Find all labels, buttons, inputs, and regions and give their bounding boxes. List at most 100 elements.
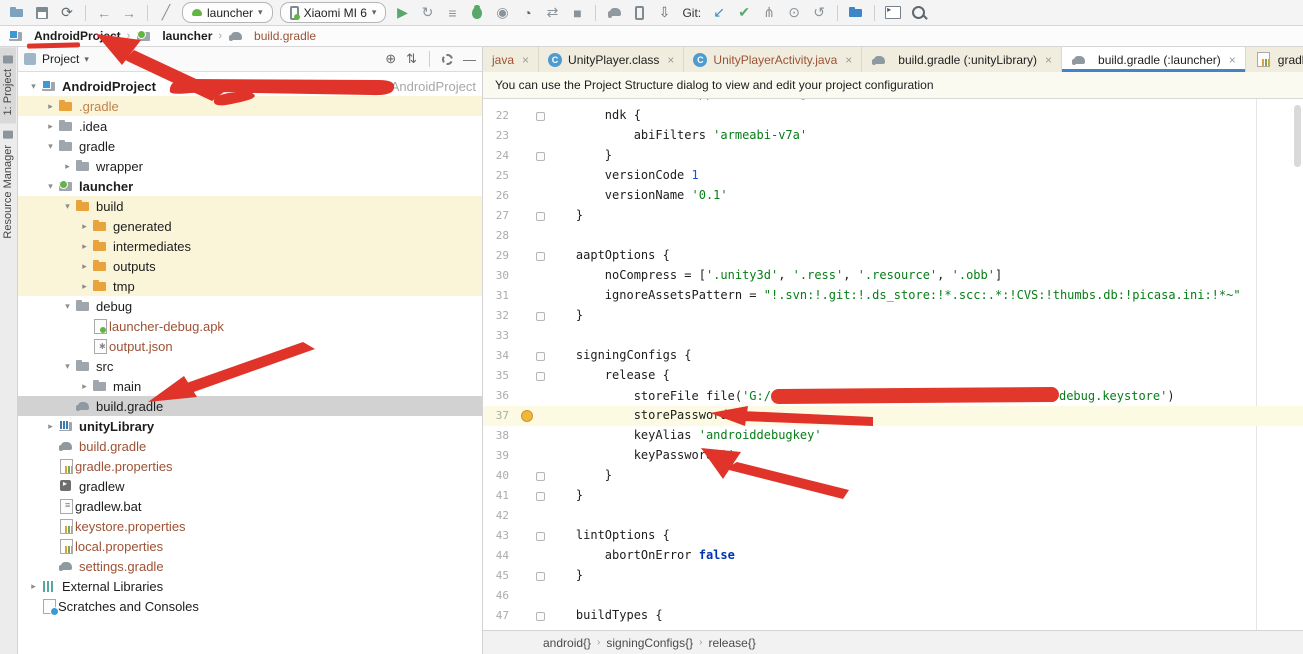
- tree-item-gradlew[interactable]: gradlew: [18, 476, 482, 496]
- fold-marker-icon[interactable]: [536, 212, 545, 221]
- tree-item-src[interactable]: ▾ src: [18, 356, 482, 376]
- terminal-button[interactable]: [884, 4, 902, 22]
- tree-item-outputs[interactable]: ▸ outputs: [18, 256, 482, 276]
- chevron-right-icon[interactable]: ▸: [77, 281, 92, 292]
- breadcrumb-item-launcher[interactable]: launcher: [136, 28, 212, 44]
- tree-item-output-json[interactable]: output.json: [18, 336, 482, 356]
- chevron-right-icon[interactable]: ▸: [77, 221, 92, 232]
- chevron-down-icon[interactable]: ▾: [43, 181, 58, 192]
- toolwindow-tab-1-project[interactable]: 1: Project: [0, 47, 16, 124]
- tree-item-build[interactable]: ▾ build: [18, 196, 482, 216]
- fold-marker-icon[interactable]: [536, 492, 545, 501]
- tree-item-androidproject[interactable]: ▾ AndroidProject g\AndroidProject: [18, 76, 482, 96]
- breadcrumb-item-build-gradle[interactable]: build.gradle: [228, 28, 316, 44]
- apply-and-restart-button[interactable]: ⇄: [543, 4, 561, 22]
- locate-file-icon[interactable]: ⊕: [385, 51, 396, 67]
- tree-item-local-properties[interactable]: local.properties: [18, 536, 482, 556]
- tree-item-gradlew-bat[interactable]: gradlew.bat: [18, 496, 482, 516]
- tree-item-launcher[interactable]: ▾ launcher: [18, 176, 482, 196]
- tree-item-settings-gradle[interactable]: settings.gradle: [18, 556, 482, 576]
- tree-item-intermediates[interactable]: ▸ intermediates: [18, 236, 482, 256]
- tab-gradle[interactable]: gradle: [1246, 47, 1303, 72]
- tree-item-build-gradle[interactable]: build.gradle: [18, 396, 482, 416]
- chevron-right-icon[interactable]: ▸: [60, 161, 75, 172]
- chevron-right-icon[interactable]: ▸: [43, 421, 58, 432]
- tree-item--gradle[interactable]: ▸ .gradle: [18, 96, 482, 116]
- close-icon[interactable]: ×: [845, 53, 852, 67]
- tab-unityplayeractivity-java[interactable]: C UnityPlayerActivity.java ×: [684, 47, 863, 72]
- forward-button[interactable]: →: [120, 4, 138, 22]
- fold-marker-icon[interactable]: [536, 612, 545, 621]
- fold-marker-icon[interactable]: [536, 312, 545, 321]
- chevron-right-icon[interactable]: ▸: [77, 241, 92, 252]
- vcs-update-button[interactable]: ↙: [710, 4, 728, 22]
- fold-marker-icon[interactable]: [536, 472, 545, 481]
- tab-java[interactable]: java ×: [483, 47, 540, 72]
- close-icon[interactable]: ×: [1229, 53, 1236, 67]
- chevron-down-icon[interactable]: ▾: [43, 141, 58, 152]
- fold-marker-icon[interactable]: [536, 532, 545, 541]
- tab-unityplayer-class[interactable]: C UnityPlayer.class ×: [539, 47, 685, 72]
- tree-item-launcher-debug-apk[interactable]: launcher-debug.apk: [18, 316, 482, 336]
- chevron-down-icon[interactable]: ▾: [60, 361, 75, 372]
- rollback-button[interactable]: ↺: [810, 4, 828, 22]
- chevron-right-icon[interactable]: ▸: [26, 581, 41, 592]
- intention-bulb-icon[interactable]: [521, 410, 533, 422]
- tab-build-gradle-launcher-[interactable]: build.gradle (:launcher) ×: [1062, 47, 1246, 72]
- code-breadcrumb-item[interactable]: android{}: [543, 636, 591, 650]
- fold-marker-icon[interactable]: [536, 252, 545, 261]
- open-project-button[interactable]: [8, 4, 26, 22]
- run-config-select[interactable]: launcher ▾: [182, 2, 273, 23]
- project-structure-button[interactable]: [847, 4, 865, 22]
- debug-button[interactable]: [468, 4, 486, 22]
- profiler-button[interactable]: ◔: [518, 4, 536, 22]
- run-button[interactable]: ▶: [393, 4, 411, 22]
- editor-scrollbar[interactable]: [1294, 105, 1301, 167]
- gradle-sync-button[interactable]: [605, 4, 623, 22]
- fold-marker-icon[interactable]: [536, 372, 545, 381]
- attach-debugger-button[interactable]: ◉: [493, 4, 511, 22]
- chevron-right-icon[interactable]: ▸: [43, 121, 58, 132]
- chevron-down-icon[interactable]: ▾: [60, 301, 75, 312]
- restart-activity-button[interactable]: ↻: [418, 4, 436, 22]
- vcs-commit-button[interactable]: ✔: [735, 4, 753, 22]
- code-breadcrumb-item[interactable]: signingConfigs{}: [606, 636, 693, 650]
- tree-item-external-libraries[interactable]: ▸ External Libraries: [18, 576, 482, 596]
- project-view-title[interactable]: Project: [42, 52, 79, 66]
- build-button[interactable]: ╱: [157, 4, 175, 22]
- vcs-branch-button[interactable]: ⋔: [760, 4, 778, 22]
- chevron-right-icon[interactable]: ▸: [77, 381, 92, 392]
- code-breadcrumb-item[interactable]: release{}: [708, 636, 755, 650]
- close-icon[interactable]: ×: [667, 53, 674, 67]
- tree-item-tmp[interactable]: ▸ tmp: [18, 276, 482, 296]
- gear-icon[interactable]: [442, 53, 453, 65]
- chevron-right-icon[interactable]: ▸: [43, 101, 58, 112]
- fold-marker-icon[interactable]: [536, 152, 545, 161]
- save-all-button[interactable]: [33, 4, 51, 22]
- close-icon[interactable]: ×: [522, 53, 529, 67]
- breadcrumb-item-androidproject[interactable]: AndroidProject: [8, 28, 121, 44]
- tree-item--idea[interactable]: ▸ .idea: [18, 116, 482, 136]
- tab-build-gradle-unitylibrary-[interactable]: build.gradle (:unityLibrary) ×: [862, 47, 1063, 72]
- toolwindow-tab-resource-manager[interactable]: Resource Manager: [0, 123, 16, 247]
- code-editor[interactable]: applicationId 'g'22 ndk {23 abiFilters '…: [483, 99, 1303, 630]
- tree-item-wrapper[interactable]: ▸ wrapper: [18, 156, 482, 176]
- chevron-down-icon[interactable]: ▾: [60, 201, 75, 212]
- fold-marker-icon[interactable]: [536, 112, 545, 121]
- fold-marker-icon[interactable]: [536, 572, 545, 581]
- device-manager-button[interactable]: [630, 4, 648, 22]
- fold-marker-icon[interactable]: [536, 352, 545, 361]
- tree-item-build-gradle[interactable]: build.gradle: [18, 436, 482, 456]
- tree-item-gradle[interactable]: ▾ gradle: [18, 136, 482, 156]
- close-icon[interactable]: ×: [1045, 53, 1052, 67]
- tree-item-main[interactable]: ▸ main: [18, 376, 482, 396]
- tree-item-generated[interactable]: ▸ generated: [18, 216, 482, 236]
- chevron-down-icon[interactable]: ▾: [26, 81, 41, 92]
- sync-button[interactable]: ⟳: [58, 4, 76, 22]
- history-button[interactable]: ⊙: [785, 4, 803, 22]
- stop-button[interactable]: ■: [568, 4, 586, 22]
- hide-panel-icon[interactable]: —: [463, 52, 476, 67]
- apply-changes-button[interactable]: ≡: [443, 4, 461, 22]
- search-everywhere-button[interactable]: [909, 4, 927, 22]
- back-button[interactable]: ←: [95, 4, 113, 22]
